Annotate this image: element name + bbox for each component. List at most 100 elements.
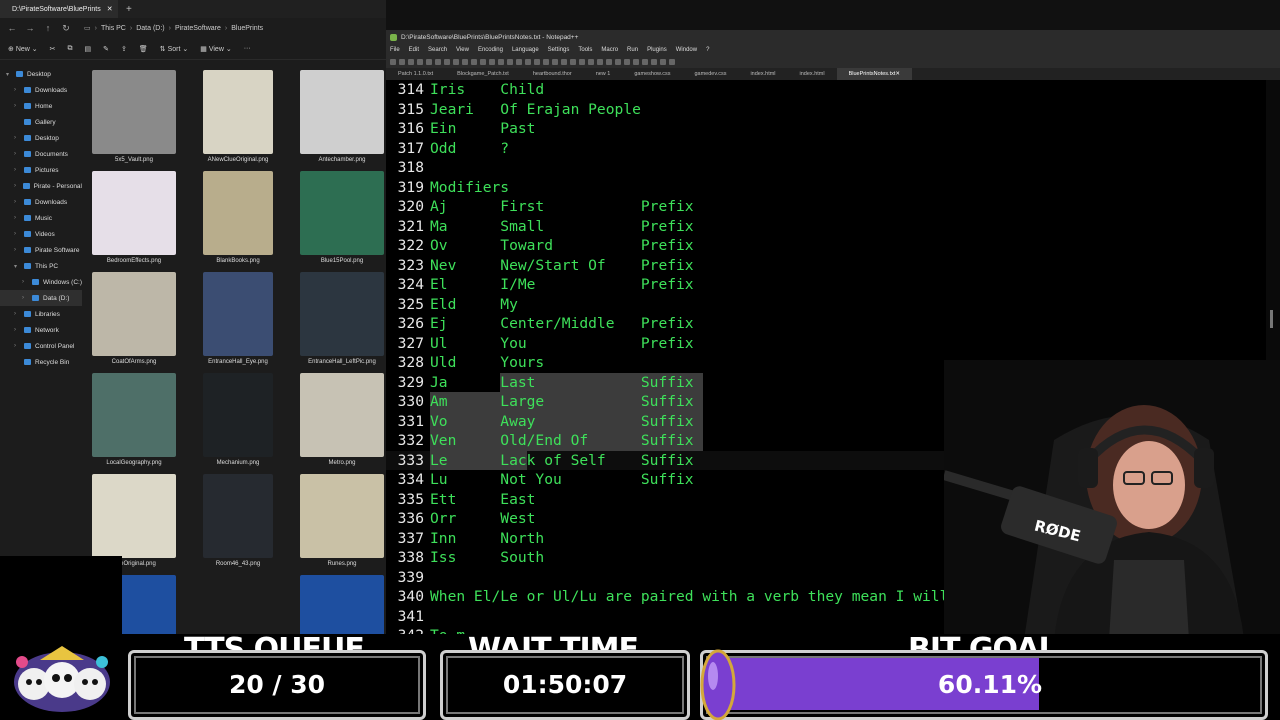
toolbar-button-icon[interactable] [471,58,477,65]
sidebar-item[interactable]: › Data (D:) [0,290,82,306]
menu-item[interactable]: Run [627,47,638,53]
toolbar-button-icon[interactable] [651,58,657,65]
editor-line[interactable]: 327 Ul You Prefix [386,334,1266,354]
sidebar-item[interactable]: › Home [0,98,82,114]
view-button[interactable]: ▦ View ⌄ [200,45,231,53]
chevron-icon[interactable]: › [14,103,20,109]
delete-icon[interactable]: 🗑 [139,45,148,53]
menu-item[interactable]: ? [706,47,709,53]
file-tab[interactable]: gamedev.css [682,68,738,80]
file-thumbnail[interactable]: CoatOfArms.png [84,272,184,365]
toolbar-button-icon[interactable] [426,58,432,65]
toolbar-button-icon[interactable] [552,58,558,65]
menu-item[interactable]: Search [428,47,447,53]
toolbar-button-icon[interactable] [417,58,423,65]
sidebar-item[interactable]: › Pirate - Personal [0,178,82,194]
chevron-icon[interactable]: › [14,199,20,205]
share-icon[interactable]: ⇪ [121,45,127,53]
copy-icon[interactable]: ⧉ [68,45,73,53]
toolbar-button-icon[interactable] [408,58,414,65]
sidebar-item[interactable]: › Desktop [0,130,82,146]
editor-line[interactable]: 325 Eld My [386,295,1266,315]
breadcrumb-item[interactable]: This PC [101,25,126,32]
more-options-button[interactable]: ··· [244,45,251,52]
refresh-icon[interactable]: ↻ [60,23,72,34]
chevron-icon[interactable]: ▾ [14,263,20,270]
file-thumbnail[interactable]: ...ceOriginal.png [84,474,184,567]
toolbar-button-icon[interactable] [669,58,675,65]
toolbar-button-icon[interactable] [588,58,594,65]
toolbar-button-icon[interactable] [435,58,441,65]
chevron-icon[interactable]: › [14,311,20,317]
chevron-icon[interactable]: › [14,183,19,189]
scrollbar-thumb[interactable] [1270,310,1273,328]
chevron-icon[interactable]: › [14,151,20,157]
editor-line[interactable]: 326 Ej Center/Middle Prefix [386,314,1266,334]
chevron-icon[interactable]: › [14,215,20,221]
sidebar-item[interactable]: › Windows (C:) [0,274,82,290]
menu-item[interactable]: Language [512,47,539,53]
editor-line[interactable]: 322 Ov Toward Prefix [386,236,1266,256]
file-thumbnail[interactable]: 5x5_Vault.png [84,70,184,163]
file-tab[interactable]: index.html [788,68,837,80]
sidebar-item[interactable]: Gallery [0,114,82,130]
close-icon[interactable]: ✕ [107,5,113,13]
menu-item[interactable]: Plugins [647,47,667,53]
menu-item[interactable]: Macro [601,47,618,53]
editor-line[interactable]: 324 El I/Me Prefix [386,275,1266,295]
file-thumbnail[interactable] [188,575,288,640]
toolbar-button-icon[interactable] [624,58,630,65]
file-thumbnail[interactable] [292,575,386,640]
sidebar-item[interactable]: › Libraries [0,306,82,322]
chevron-icon[interactable]: › [14,167,20,173]
editor-line[interactable]: 318 [386,158,1266,178]
menu-item[interactable]: Tools [578,47,592,53]
toolbar-button-icon[interactable] [579,58,585,65]
toolbar-button-icon[interactable] [534,58,540,65]
close-icon[interactable]: ✕ [895,71,900,77]
toolbar-button-icon[interactable] [390,58,396,65]
new-button[interactable]: ⊕ New ⌄ [8,45,38,53]
sidebar-item[interactable]: Recycle Bin [0,354,82,370]
toolbar-button-icon[interactable] [660,58,666,65]
menu-item[interactable]: Encoding [478,47,503,53]
menu-item[interactable]: Window [676,47,697,53]
toolbar-button-icon[interactable] [633,58,639,65]
chevron-icon[interactable]: › [22,295,28,301]
sidebar-item[interactable]: › Pirate Software [0,242,82,258]
file-thumbnail[interactable]: EntranceHall_Eye.png [188,272,288,365]
file-thumbnail[interactable]: ANewClueOriginal.png [188,70,288,163]
toolbar-button-icon[interactable] [462,58,468,65]
file-tab[interactable]: gameshow.css [622,68,682,80]
sort-button[interactable]: ⇅ Sort ⌄ [160,45,188,53]
menu-item[interactable]: Settings [548,47,570,53]
toolbar-button-icon[interactable] [606,58,612,65]
toolbar-button-icon[interactable] [489,58,495,65]
file-thumbnail[interactable]: BedroomEffects.png [84,171,184,264]
sidebar-item[interactable]: › Documents [0,146,82,162]
breadcrumb-item[interactable]: Data (D:) [136,25,164,32]
rename-icon[interactable]: ✎ [103,45,109,53]
sidebar-item[interactable]: › Network [0,322,82,338]
editor-line[interactable]: 323 Nev New/Start Of Prefix [386,256,1266,276]
toolbar-button-icon[interactable] [543,58,549,65]
file-tab[interactable]: BluePrintsNotes.txt ✕ [836,68,912,80]
toolbar-button-icon[interactable] [615,58,621,65]
chevron-icon[interactable]: › [14,343,20,349]
file-thumbnail[interactable]: Room46_43.png [188,474,288,567]
editor-line[interactable]: 320 Aj First Prefix [386,197,1266,217]
menu-item[interactable]: View [456,47,469,53]
file-tab[interactable]: heartbound.thor [521,68,584,80]
chevron-icon[interactable]: › [14,247,20,253]
sidebar-item[interactable]: › Pictures [0,162,82,178]
file-tab[interactable]: new 1 [584,68,623,80]
toolbar-button-icon[interactable] [597,58,603,65]
cut-icon[interactable]: ✂ [50,45,56,53]
sidebar-item[interactable]: › Music [0,210,82,226]
file-thumbnail[interactable]: BlankBooks.png [188,171,288,264]
file-thumbnail[interactable]: Runes.png [292,474,386,567]
editor-line[interactable]: 317 Odd ? [386,139,1266,159]
sidebar-item[interactable]: › Downloads [0,82,82,98]
menu-item[interactable]: Edit [409,47,419,53]
toolbar-button-icon[interactable] [453,58,459,65]
